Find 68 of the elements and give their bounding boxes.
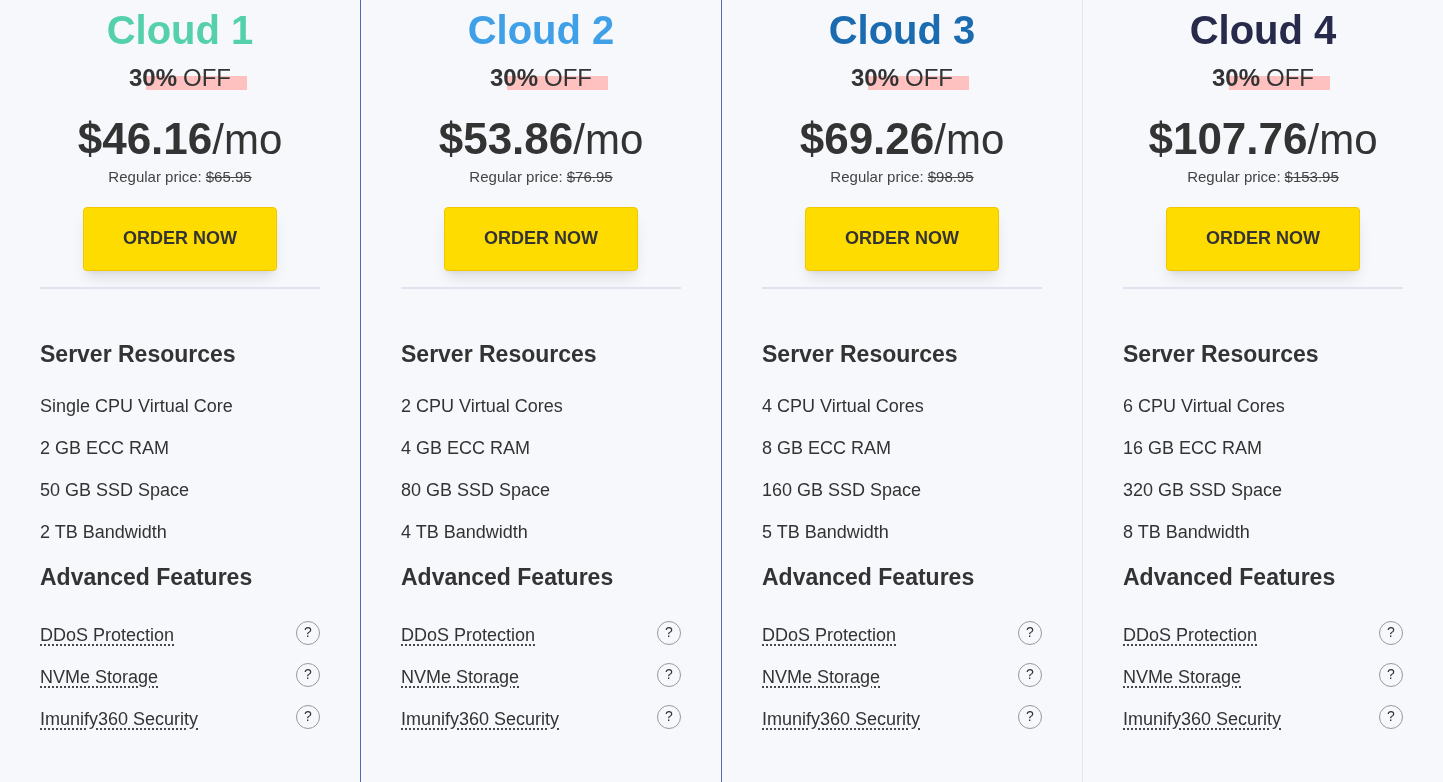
plan-price: $46.16 bbox=[77, 113, 213, 165]
regular-price-label: Regular price: bbox=[1187, 167, 1281, 187]
resource-item: 4 CPU Virtual Cores bbox=[762, 394, 924, 418]
regular-price: $153.95 bbox=[1284, 167, 1339, 187]
plan-name: Cloud 2 bbox=[466, 7, 616, 54]
feature-link[interactable]: DDoS Protection bbox=[40, 622, 175, 649]
resource-item: 4 TB Bandwidth bbox=[401, 520, 528, 544]
plan-price: $107.76 bbox=[1148, 113, 1308, 165]
resource-item: 4 GB ECC RAM bbox=[401, 436, 531, 460]
regular-price-label: Regular price: bbox=[469, 167, 563, 187]
order-button[interactable]: ORDER NOW bbox=[805, 206, 999, 271]
price-period: /mo bbox=[212, 115, 283, 165]
feature-link[interactable]: NVMe Storage bbox=[1123, 664, 1242, 691]
plan-name: Cloud 4 bbox=[1188, 7, 1338, 54]
plan-name: Cloud 1 bbox=[105, 7, 255, 54]
price-period: /mo bbox=[934, 115, 1005, 165]
resource-item: 8 TB Bandwidth bbox=[1123, 520, 1250, 544]
resource-item: 50 GB SSD Space bbox=[40, 478, 190, 502]
discount-percent: 30% bbox=[128, 63, 177, 93]
regular-price: $98.95 bbox=[927, 167, 974, 187]
section-title: Advanced Features bbox=[40, 562, 254, 592]
feature-link[interactable]: NVMe Storage bbox=[40, 664, 159, 691]
resource-item: 2 CPU Virtual Cores bbox=[401, 394, 563, 418]
resource-item: 80 GB SSD Space bbox=[401, 478, 551, 502]
section-title: Server Resources bbox=[401, 339, 598, 369]
resource-item: 16 GB ECC RAM bbox=[1123, 436, 1263, 460]
regular-price: $76.95 bbox=[566, 167, 613, 187]
resource-item: 6 CPU Virtual Cores bbox=[1123, 394, 1285, 418]
discount-percent: 30% bbox=[489, 63, 538, 93]
feature-link[interactable]: NVMe Storage bbox=[762, 664, 881, 691]
resource-item: Single CPU Virtual Core bbox=[40, 394, 233, 418]
resource-item: 2 GB ECC RAM bbox=[40, 436, 170, 460]
discount-label: OFF bbox=[905, 63, 953, 93]
discount-label: OFF bbox=[183, 63, 231, 93]
plan-price: $69.26 bbox=[799, 113, 935, 165]
section-title: Server Resources bbox=[1123, 339, 1320, 369]
regular-price: $65.95 bbox=[205, 167, 252, 187]
resource-item: 160 GB SSD Space bbox=[762, 478, 922, 502]
discount-label: OFF bbox=[544, 63, 592, 93]
section-title: Advanced Features bbox=[762, 562, 976, 592]
resource-item: 2 TB Bandwidth bbox=[40, 520, 167, 544]
resource-item: 320 GB SSD Space bbox=[1123, 478, 1283, 502]
feature-link[interactable]: Imunify360 Security bbox=[40, 706, 199, 733]
section-title: Server Resources bbox=[40, 339, 237, 369]
resource-item: 5 TB Bandwidth bbox=[762, 520, 889, 544]
feature-link[interactable]: NVMe Storage bbox=[401, 664, 520, 691]
discount-percent: 30% bbox=[1211, 63, 1260, 93]
plan-price: $53.86 bbox=[438, 113, 574, 165]
feature-link[interactable]: DDoS Protection bbox=[762, 622, 897, 649]
regular-price-label: Regular price: bbox=[108, 167, 202, 187]
order-button[interactable]: ORDER NOW bbox=[444, 206, 638, 271]
price-period: /mo bbox=[1307, 115, 1378, 165]
plan-name: Cloud 3 bbox=[827, 7, 977, 54]
feature-link[interactable]: DDoS Protection bbox=[401, 622, 536, 649]
feature-link[interactable]: Imunify360 Security bbox=[762, 706, 921, 733]
section-title: Advanced Features bbox=[1123, 562, 1337, 592]
resource-item: 8 GB ECC RAM bbox=[762, 436, 892, 460]
order-button[interactable]: ORDER NOW bbox=[83, 206, 277, 271]
feature-link[interactable]: Imunify360 Security bbox=[401, 706, 560, 733]
section-title: Advanced Features bbox=[401, 562, 615, 592]
regular-price-label: Regular price: bbox=[830, 167, 924, 187]
price-period: /mo bbox=[573, 115, 644, 165]
discount-percent: 30% bbox=[850, 63, 899, 93]
feature-link[interactable]: DDoS Protection bbox=[1123, 622, 1258, 649]
section-title: Server Resources bbox=[762, 339, 959, 369]
discount-label: OFF bbox=[1266, 63, 1314, 93]
order-button[interactable]: ORDER NOW bbox=[1166, 206, 1360, 271]
feature-link[interactable]: Imunify360 Security bbox=[1123, 706, 1282, 733]
